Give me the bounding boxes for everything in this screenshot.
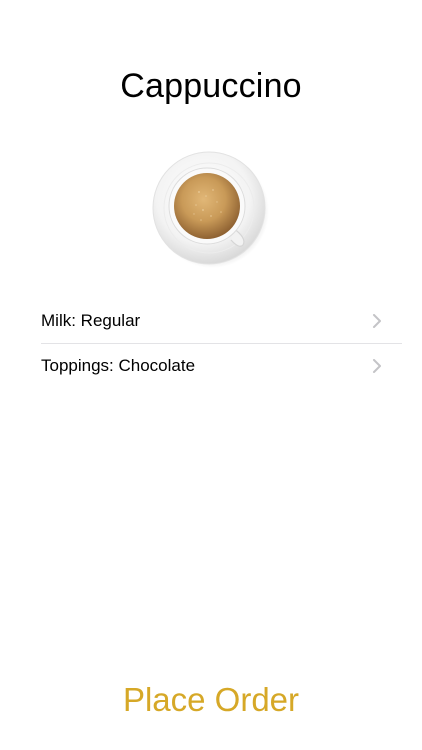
coffee-cup-icon <box>152 151 269 268</box>
toppings-option-label: Toppings: Chocolate <box>41 356 196 375</box>
chevron-right-icon <box>373 314 381 328</box>
place-order-button[interactable]: Place Order <box>0 678 422 722</box>
milk-option-row[interactable]: Milk: Regular <box>41 299 402 344</box>
options-list: Milk: Regular Toppings: Chocolate <box>41 299 402 388</box>
toppings-option-row[interactable]: Toppings: Chocolate <box>41 344 402 388</box>
page-title: Cappuccino <box>120 67 302 105</box>
chevron-right-icon <box>373 359 381 373</box>
milk-option-label: Milk: Regular <box>41 311 141 330</box>
